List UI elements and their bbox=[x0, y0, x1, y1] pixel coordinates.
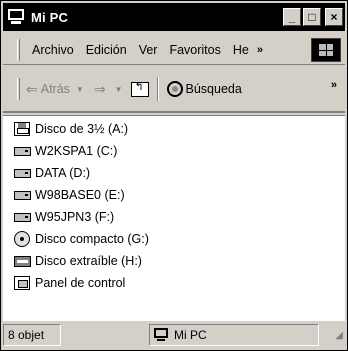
forward-arrow-icon: ⇒ bbox=[93, 80, 106, 97]
hard-drive-icon bbox=[13, 187, 33, 203]
item-label: W98BASE0 (E:) bbox=[35, 188, 125, 202]
search-label: Búsqueda bbox=[185, 82, 242, 96]
file-list[interactable]: Disco de 3½ (A:) W2KSPA1 (C:) DATA (D:) … bbox=[3, 115, 345, 343]
list-item[interactable]: Disco compacto (G:) bbox=[13, 228, 149, 250]
toolbar-separator bbox=[156, 77, 159, 101]
toolbar-grip[interactable] bbox=[17, 78, 20, 100]
item-label: Panel de control bbox=[35, 276, 126, 290]
item-label: Disco extraíble (H:) bbox=[35, 254, 142, 268]
menu-archivo[interactable]: Archivo bbox=[26, 43, 80, 57]
status-count-pane: 8 objet bbox=[3, 324, 61, 346]
list-item[interactable]: W2KSPA1 (C:) bbox=[13, 140, 117, 162]
forward-button[interactable]: ⇒ ▼ bbox=[94, 81, 123, 98]
up-folder-icon[interactable] bbox=[130, 80, 149, 97]
menu-overflow-chevron[interactable]: » bbox=[257, 44, 263, 56]
cd-drive-icon bbox=[13, 231, 33, 247]
item-label: DATA (D:) bbox=[35, 166, 91, 180]
item-label: Disco de 3½ (A:) bbox=[35, 122, 129, 136]
windows-logo-icon bbox=[311, 38, 341, 62]
explorer-window: Mi PC _ □ × Archivo Edición Ver Favorito… bbox=[0, 0, 348, 351]
list-item[interactable]: Disco de 3½ (A:) bbox=[13, 118, 128, 140]
hard-drive-icon bbox=[13, 165, 33, 181]
title-bar[interactable]: Mi PC _ □ × bbox=[3, 3, 345, 31]
list-item[interactable]: DATA (D:) bbox=[13, 162, 90, 184]
resize-grip-icon[interactable]: ◢ bbox=[335, 330, 343, 341]
hard-drive-icon bbox=[13, 209, 33, 225]
item-label: W95JPN3 (F:) bbox=[35, 210, 115, 224]
floppy-drive-icon bbox=[13, 121, 33, 137]
status-spacer-pane bbox=[63, 324, 147, 346]
status-location: Mi PC bbox=[174, 328, 207, 342]
status-bar: 8 objet Mi PC ◢ bbox=[3, 321, 345, 349]
menu-ver[interactable]: Ver bbox=[133, 43, 164, 57]
status-count: 8 objet bbox=[8, 328, 45, 342]
search-button[interactable]: Búsqueda bbox=[166, 81, 242, 97]
menu-bar: Archivo Edición Ver Favoritos He » bbox=[3, 35, 345, 65]
item-label: Disco compacto (G:) bbox=[35, 232, 149, 246]
back-dropdown-icon[interactable]: ▼ bbox=[76, 85, 84, 94]
search-icon bbox=[166, 81, 183, 97]
removable-drive-icon bbox=[13, 253, 33, 269]
status-location-pane: Mi PC bbox=[149, 324, 319, 346]
back-label: Atrás bbox=[40, 82, 70, 96]
maximize-button[interactable]: □ bbox=[303, 8, 321, 26]
my-computer-icon bbox=[7, 9, 25, 25]
list-item[interactable]: W95JPN3 (F:) bbox=[13, 206, 114, 228]
control-panel-icon bbox=[13, 275, 33, 291]
toolbar-overflow-chevron[interactable]: » bbox=[331, 79, 337, 91]
menubar-grip[interactable] bbox=[17, 38, 20, 61]
minimize-button[interactable]: _ bbox=[283, 8, 301, 26]
list-item[interactable]: W98BASE0 (E:) bbox=[13, 184, 125, 206]
menu-help[interactable]: He bbox=[227, 43, 255, 57]
back-button[interactable]: ⇐ Atrás ▼ bbox=[26, 81, 84, 98]
my-computer-icon bbox=[154, 328, 170, 342]
close-button[interactable]: × bbox=[325, 8, 343, 26]
list-item[interactable]: Panel de control bbox=[13, 272, 125, 294]
window-title: Mi PC bbox=[31, 9, 69, 25]
list-item[interactable]: Disco extraíble (H:) bbox=[13, 250, 142, 272]
standard-toolbar: ⇐ Atrás ▼ ⇒ ▼ Búsqueda » bbox=[3, 67, 345, 113]
forward-dropdown-icon[interactable]: ▼ bbox=[115, 85, 123, 94]
menu-favoritos[interactable]: Favoritos bbox=[163, 43, 226, 57]
menu-edicion[interactable]: Edición bbox=[80, 43, 133, 57]
back-arrow-icon: ⇐ bbox=[26, 80, 38, 97]
hard-drive-icon bbox=[13, 143, 33, 159]
item-label: W2KSPA1 (C:) bbox=[35, 144, 118, 158]
